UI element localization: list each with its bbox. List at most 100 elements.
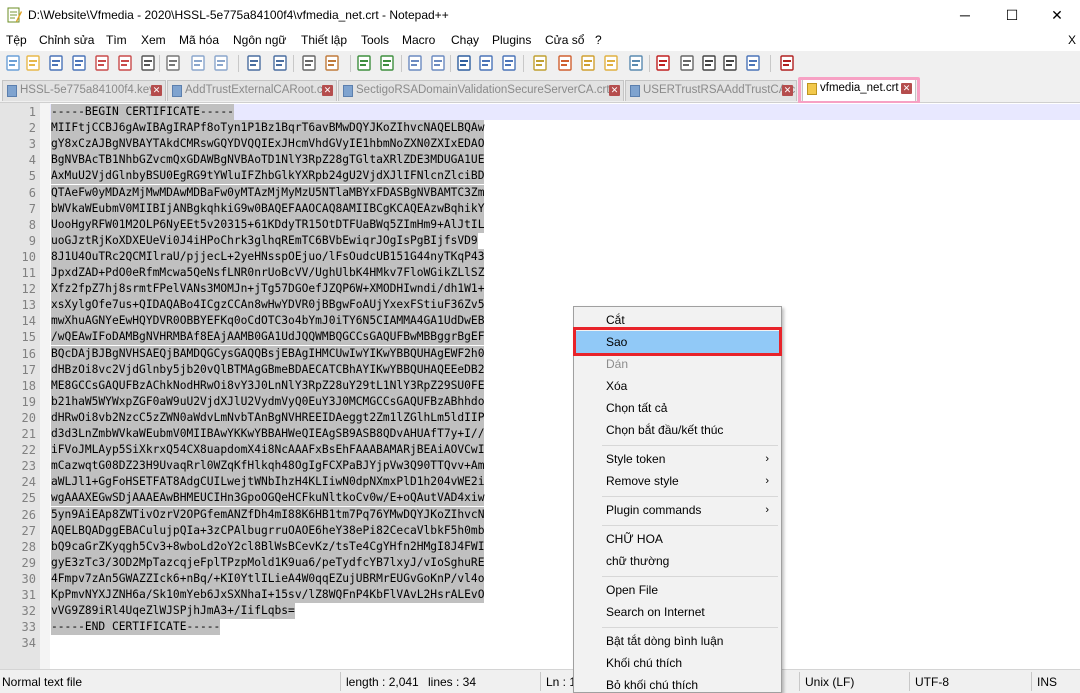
code-line[interactable]: AxMuU2VjdGlnbyBSU0EgRG9tYWluIFZhbGlkYXRp… <box>51 168 485 185</box>
code-line[interactable]: d3d3LnZmbWVkaWEubmV0MIIBAwYKKwYBBAHWeQIE… <box>51 426 485 442</box>
code-line[interactable]: /wQEAwIFoDAMBgNVHRMBAf8EAjAAMB0GA1UdJQQW… <box>51 329 485 346</box>
zoom-out-icon[interactable] <box>378 54 396 72</box>
fold-margin[interactable] <box>40 103 50 669</box>
zoom-in-icon[interactable] <box>355 54 373 72</box>
menu-language[interactable]: Ngôn ngữ <box>233 33 286 47</box>
tab-close-icon[interactable]: ✕ <box>782 85 793 96</box>
find-icon[interactable] <box>300 54 318 72</box>
save-icon[interactable] <box>47 54 65 72</box>
code-line[interactable]: -----END CERTIFICATE----- <box>51 619 221 636</box>
context-uppercase[interactable]: CHỮ HOA <box>576 528 779 550</box>
tab-close-icon[interactable]: ✕ <box>151 85 162 96</box>
save-all-icon[interactable] <box>70 54 88 72</box>
sync-horizontal-icon[interactable] <box>429 54 447 72</box>
print-icon[interactable] <box>139 54 157 72</box>
context-search-internet[interactable]: Search on Internet <box>576 601 779 623</box>
tab-close-icon[interactable]: ✕ <box>322 85 333 96</box>
menu-file[interactable]: Tệp <box>6 33 27 47</box>
menu-window[interactable]: Cửa sổ <box>545 33 584 47</box>
new-file-icon[interactable] <box>4 54 22 72</box>
show-all-chars-icon[interactable] <box>477 54 495 72</box>
tab-addtrust-root[interactable]: AddTrustExternalCARoot.crt ✕ <box>167 80 337 101</box>
code-line[interactable]: ME8GCCsGAQUFBzAChkNodHRwOi8vY3J0LnNlY3Rp… <box>51 377 485 394</box>
code-line[interactable]: mCazwqtG08DZ23H9UvaqRrl0WZqKfHlkqh48OgIg… <box>51 458 485 475</box>
code-line[interactable]: JpxdZAD+PdO0eRfmMcwa5QeNsfLNR0nrUoBcVV/U… <box>51 265 485 281</box>
menu-run[interactable]: Chạy <box>451 33 479 47</box>
context-remove-style[interactable]: Remove style › <box>576 470 779 492</box>
code-line[interactable]: 8J1U4OuTRc2QCMIlraU/pjjecL+2yeHNsspOEjuo… <box>51 248 485 265</box>
menu-encoding[interactable]: Mã hóa <box>179 33 219 47</box>
code-line[interactable]: dHBzOi8vc2VjdGlnby5jb20vQlBTMAgGBmeBDAEC… <box>51 361 485 378</box>
code-line[interactable]: bWVkaWEubmV0MIIBIjANBgkqhkiG9w0BAQEFAAOC… <box>51 200 485 217</box>
open-file-icon[interactable] <box>24 54 42 72</box>
udl-icon[interactable] <box>531 54 549 72</box>
menu-search[interactable]: Tìm <box>106 33 127 47</box>
code-line[interactable]: dHRwOi8vb2NzcC5zZWN0aWdvLmNvbTAnBgNVHREE… <box>51 409 485 426</box>
context-style-token[interactable]: Style token › <box>576 448 779 470</box>
record-macro-icon[interactable] <box>654 54 672 72</box>
replace-icon[interactable] <box>323 54 341 72</box>
maximize-button[interactable]: ☐ <box>989 0 1035 31</box>
code-line[interactable]: wgAAAXEGwSDjAAAEAwBHMEUCIHn3GpoOGQeHCFku… <box>51 490 485 507</box>
indent-guide-icon[interactable] <box>500 54 518 72</box>
context-begin-end-select[interactable]: Chọn bắt đầu/kết thúc <box>576 419 779 441</box>
minimize-button[interactable]: ─ <box>942 0 988 31</box>
close-window-button[interactable]: ✕ <box>1034 0 1080 31</box>
code-line[interactable]: gY8xCzAJBgNVBAYTAkdCMRswGQYDVQQIExJHcmVh… <box>51 136 485 153</box>
context-select-all[interactable]: Chọn tất cả <box>576 397 779 419</box>
redo-icon[interactable] <box>271 54 289 72</box>
context-block-uncomment[interactable]: Bỏ khối chú thích <box>576 674 779 693</box>
cut-icon[interactable] <box>164 54 182 72</box>
close-all-icon[interactable] <box>116 54 134 72</box>
spell-check-icon[interactable] <box>778 54 796 72</box>
undo-icon[interactable] <box>245 54 263 72</box>
paste-icon[interactable] <box>212 54 230 72</box>
context-block-comment[interactable]: Khối chú thích <box>576 652 779 674</box>
tab-sectigo-ca[interactable]: SectigoRSADomainValidationSecureServerCA… <box>338 80 624 101</box>
code-line[interactable]: BQcDAjBJBgNVHSAEQjBAMDQGCysGAQQBsjEBAgIH… <box>51 345 485 362</box>
context-lowercase[interactable]: chữ thường <box>576 550 779 572</box>
stop-record-icon[interactable] <box>678 54 696 72</box>
code-line[interactable]: iFVoJMLAyp5SiXkrxQ54CX8uapdomX4i8NcAAAFx… <box>51 442 485 459</box>
code-line[interactable]: BgNVBAcTB1NhbGZvcmQxGDAWBgNVBAoTD1NlY3Rp… <box>51 152 485 169</box>
menu-settings[interactable]: Thiết lập <box>301 33 347 47</box>
run-multiple-icon[interactable] <box>721 54 739 72</box>
context-plugin-commands[interactable]: Plugin commands › <box>576 499 779 521</box>
function-list-icon[interactable] <box>579 54 597 72</box>
context-delete[interactable]: Xóa <box>576 375 779 397</box>
folder-workspace-icon[interactable] <box>602 54 620 72</box>
code-line[interactable]: uoGJztRjKoXDXEUeVi0J4iHPoChrk3glhqREmTC6… <box>51 232 478 249</box>
editor[interactable]: 1 2 3 4 5 6 7 8 9 10 11 12 13 14 15 16 17 18 19 20 21 22 23 24 2… <box>0 103 1080 669</box>
menu-tools[interactable]: Tools <box>361 33 389 47</box>
code-line[interactable]: AQELBQADggEBACulujpQIa+3zCPAlbugrruOAOE6… <box>51 522 485 539</box>
menu-help[interactable]: ? <box>595 33 602 47</box>
code-line[interactable]: UooHgyRFW01M2OLP6NyEEt5v20315+61KDdyTR15… <box>51 216 485 233</box>
save-macro-icon[interactable] <box>744 54 762 72</box>
code-line[interactable]: vVG9Z89iRl4UqeZlWJSPjhJmA3+/IifLqbs= <box>51 603 295 620</box>
code-line[interactable]: -----BEGIN CERTIFICATE----- <box>51 104 234 120</box>
code-line[interactable]: aWLJl1+GgFoHSETFAT8AdgCUILwejtWNbIhzH4KL… <box>51 474 485 491</box>
code-line[interactable]: MIIFtjCCBJ6gAwIBAgIRAPf8oTyn1P1Bz1BqrT6a… <box>51 120 485 137</box>
monitor-icon[interactable] <box>627 54 645 72</box>
code-line[interactable]: mwXhuAGNYeEwHQYDVR0OBBYEFKq0oCdOTC3o4bYm… <box>51 313 485 330</box>
code-line[interactable]: KpPmvNYXJZNH6a/Sk10mYeb6JxSXNhaI+15sv/lZ… <box>51 587 485 603</box>
code-line[interactable]: b21haW5WYWxpZGF0aW9uU2VjdXJlU2VydmVyQ0Eu… <box>51 393 485 410</box>
playback-icon[interactable] <box>700 54 718 72</box>
context-open-file[interactable]: Open File <box>576 579 779 601</box>
tab-usertrust-ca[interactable]: USERTrustRSAAddTrustCA.crt ✕ <box>625 80 797 101</box>
menu-plugins[interactable]: Plugins <box>492 33 531 47</box>
code-line[interactable]: Xfz2fpZ7hj8srmtFPelVANs3MOMJn+jTg57DGOef… <box>51 281 485 298</box>
menu-view[interactable]: Xem <box>141 33 166 47</box>
word-wrap-icon[interactable] <box>455 54 473 72</box>
code-line[interactable]: QTAeFw0yMDAzMjMwMDAwMDBaFw0yMTAzMjMyMzU5… <box>51 184 485 201</box>
code-line[interactable]: gyE3zTc3/3OD2MpTazcqjeFplTPzpMold1K9ua6/… <box>51 554 485 571</box>
menu-edit[interactable]: Chỉnh sửa <box>39 33 94 47</box>
tab-close-icon[interactable]: ✕ <box>609 85 620 96</box>
menu-macro[interactable]: Macro <box>402 33 435 47</box>
context-paste[interactable]: Dán <box>576 353 779 375</box>
sync-vertical-icon[interactable] <box>406 54 424 72</box>
context-toggle-comment[interactable]: Bật tắt dòng bình luận <box>576 630 779 652</box>
tab-hssl-key[interactable]: HSSL-5e775a84100f4.key ✕ <box>2 80 166 101</box>
code-line[interactable]: 4Fmpv7zAn5GWAZZIck6+nBq/+KI0YtlILieA4W0q… <box>51 570 485 587</box>
close-icon[interactable] <box>93 54 111 72</box>
